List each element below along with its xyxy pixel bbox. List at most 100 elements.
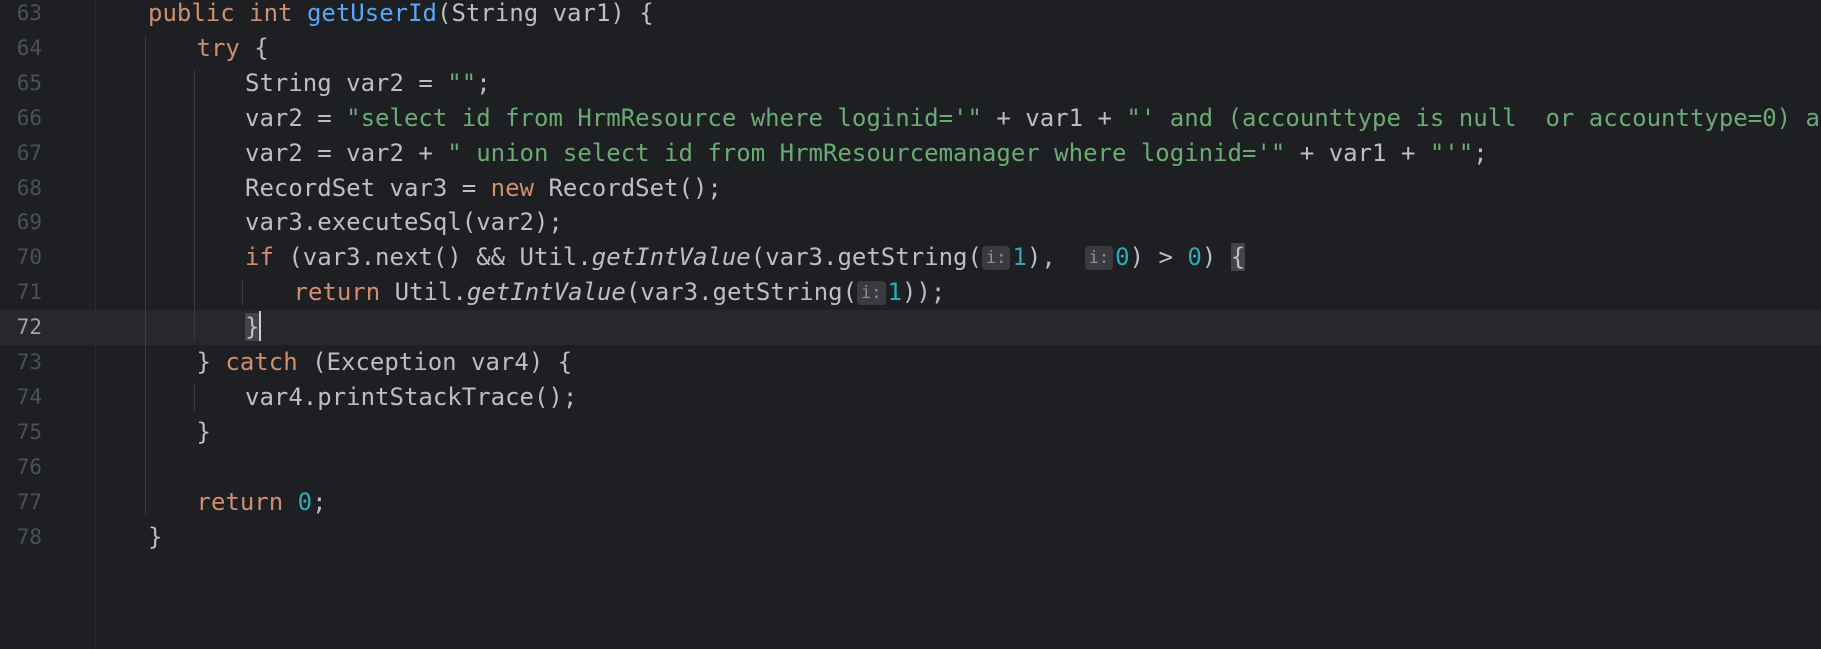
code-token: var2 = [245, 103, 347, 132]
keyword-token: return [196, 487, 284, 516]
line-number: 73 [16, 350, 42, 374]
line-number: 74 [16, 384, 42, 409]
code-token: ) [1201, 243, 1231, 272]
code-token: (var3.getString( [750, 243, 982, 272]
code-token: + var1 + [981, 103, 1127, 132]
line-number: 77 [16, 489, 42, 514]
code-line[interactable]: 72} [0, 310, 1821, 345]
indent-guide [193, 383, 195, 411]
text-caret [259, 311, 262, 342]
code-token: RecordSet var3 = [245, 173, 491, 202]
line-number: 76 [16, 454, 42, 479]
code-text[interactable]: String var2 = ""; [245, 66, 491, 101]
line-number: 75 [16, 419, 42, 444]
code-line[interactable]: 65 String var2 = ""; [0, 66, 1821, 101]
code-token: } [196, 417, 211, 446]
code-token: var3.executeSql(var2); [245, 208, 563, 237]
code-token: { [239, 33, 269, 62]
string-token: "'" [1429, 138, 1474, 167]
code-text[interactable]: } [148, 520, 162, 555]
code-editor[interactable]: 63 public int getUserId(String var1) { 64 t… [0, 0, 1821, 649]
line-number: 66 [16, 105, 42, 130]
code-token: Util. [380, 278, 467, 307]
code-token: ) > [1129, 243, 1188, 272]
string-token: "select id from HrmResource where logini… [346, 103, 982, 132]
matched-brace: { [1230, 243, 1246, 272]
code-token: var2 = var2 + [245, 138, 448, 167]
code-line[interactable]: 76 [0, 450, 1821, 485]
code-line[interactable]: 75} [0, 415, 1821, 450]
line-number: 78 [16, 524, 42, 549]
indent-guide [193, 69, 195, 341]
keyword-token: new [490, 173, 534, 202]
code-line[interactable]: 77 return 0; [0, 485, 1821, 520]
keyword-token: try [196, 33, 240, 62]
code-token: (var3.getString( [625, 278, 858, 307]
code-line[interactable]: 70 if (var3.next() && Util.getIntValue(va… [0, 240, 1821, 275]
parameter-hint: i: [981, 246, 1011, 271]
code-text[interactable]: } [197, 415, 211, 450]
code-token: ), [1026, 243, 1085, 272]
line-number: 64 [16, 35, 42, 60]
code-text[interactable]: public int getUserId(String var1) { [148, 0, 654, 31]
code-line[interactable]: 73} catch (Exception var4) { [0, 345, 1821, 380]
code-text[interactable]: return 0; [197, 485, 327, 520]
code-token: (String var1) { [437, 0, 654, 27]
code-line[interactable]: 68 RecordSet var3 = new RecordSet(); [0, 171, 1821, 206]
line-number: 71 [16, 280, 42, 305]
string-token: "" [447, 68, 477, 97]
code-line[interactable]: 66 var2 = "select id from HrmResource whe… [0, 101, 1821, 136]
line-number: 68 [16, 175, 42, 200]
indent-guide [145, 34, 146, 516]
keyword-token: if [245, 243, 274, 272]
code-text[interactable]: if (var3.next() && Util.getIntValue(var3… [245, 240, 1246, 275]
code-token: (Exception var4) { [297, 348, 573, 376]
number-token: 0 [1115, 243, 1130, 272]
code-token: String var2 = [245, 68, 448, 97]
code-token: } [148, 522, 163, 551]
number-token: 0 [1187, 243, 1202, 272]
code-line[interactable]: 78} [0, 520, 1821, 555]
code-line[interactable]: 67 var2 = var2 + " union select id from H… [0, 136, 1821, 171]
parameter-hint: i: [857, 281, 886, 306]
keyword-token: catch [225, 348, 298, 376]
code-text[interactable]: var4.printStackTrace(); [245, 380, 577, 415]
static-method-token: getIntValue [591, 243, 751, 272]
code-text[interactable]: try { [197, 31, 269, 66]
code-line[interactable]: 74 var4.printStackTrace(); [0, 380, 1821, 415]
code-text[interactable]: return Util.getIntValue(var3.getString(i… [294, 275, 946, 310]
code-line[interactable]: 63 public int getUserId(String var1) { [0, 0, 1821, 31]
line-number: 70 [16, 245, 42, 270]
code-text[interactable]: } catch (Exception var4) { [197, 345, 573, 380]
code-token: )); [901, 278, 946, 307]
code-token: (var3.next() && Util. [273, 243, 592, 272]
code-text[interactable]: var2 = var2 + " union select id from Hrm… [245, 136, 1488, 171]
code-text[interactable]: var2 = "select id from HrmResource where… [245, 101, 1821, 136]
code-token: ; [312, 487, 327, 516]
code-token: } [196, 348, 226, 376]
code-token: + var1 + [1285, 138, 1430, 167]
string-token: "' and (accounttype is null or accountty… [1126, 103, 1821, 132]
code-line[interactable]: 71 return Util.getIntValue(var3.getString… [0, 275, 1821, 310]
code-token: var4.printStackTrace(); [245, 382, 578, 411]
code-token: ; [476, 68, 491, 97]
line-number: 69 [16, 210, 42, 235]
code-line[interactable]: 69 var3.executeSql(var2); [0, 205, 1821, 240]
method-name-token: getUserId [306, 0, 437, 27]
keyword-token: public int [148, 0, 307, 27]
parameter-hint: i: [1084, 246, 1114, 271]
line-number: 63 [16, 1, 42, 25]
number-token: 1 [1012, 243, 1027, 272]
string-token: " union select id from HrmResourcemanage… [447, 138, 1286, 167]
code-text[interactable]: RecordSet var3 = new RecordSet(); [245, 171, 722, 206]
matched-brace: } [245, 313, 260, 342]
code-token: ; [1473, 138, 1488, 167]
code-line[interactable]: 64 try { [0, 31, 1821, 66]
code-text[interactable]: } [245, 310, 262, 345]
code-text[interactable]: var3.executeSql(var2); [245, 205, 563, 240]
static-method-token: getIntValue [466, 278, 626, 307]
code-token: RecordSet(); [534, 173, 722, 202]
number-token: 1 [887, 278, 902, 307]
indent-guide [242, 279, 243, 307]
